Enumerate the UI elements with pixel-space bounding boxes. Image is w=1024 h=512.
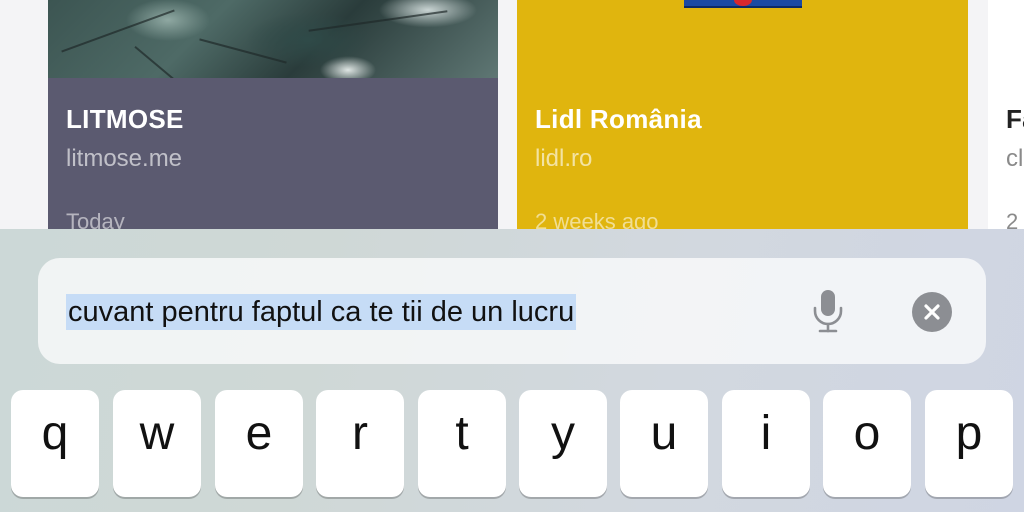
screen: LITMOSE litmose.me Today Lidl România li…	[0, 0, 1024, 512]
key-e[interactable]: e	[215, 390, 303, 497]
key-w[interactable]: w	[113, 390, 201, 497]
card-title: Fa	[1006, 104, 1024, 134]
card-litmose[interactable]: LITMOSE litmose.me Today	[48, 0, 498, 232]
keyboard-panel: cuvant pentru faptul ca te tii de un luc…	[0, 229, 1024, 512]
search-input[interactable]: cuvant pentru faptul ca te tii de un luc…	[66, 294, 577, 330]
key-r[interactable]: r	[316, 390, 404, 497]
card-litmose-thumbnail	[48, 0, 498, 78]
key-q[interactable]: q	[11, 390, 99, 497]
clear-circle-icon[interactable]	[912, 292, 952, 332]
card-title: LITMOSE	[66, 104, 184, 134]
lidl-logo	[684, 0, 802, 8]
key-i[interactable]: i	[722, 390, 810, 497]
bookmark-cards-strip: LITMOSE litmose.me Today Lidl România li…	[0, 0, 1024, 232]
card-domain: cl	[1006, 145, 1024, 172]
card-partial[interactable]: Fa cl 2	[988, 0, 1024, 232]
key-o[interactable]: o	[823, 390, 911, 497]
card-domain: litmose.me	[66, 145, 183, 172]
keyboard-row-top: q w e r t y u i o p	[0, 390, 1024, 500]
search-bar[interactable]: cuvant pentru faptul ca te tii de un luc…	[38, 258, 986, 364]
key-t[interactable]: t	[418, 390, 506, 497]
key-y[interactable]: y	[519, 390, 607, 497]
key-p[interactable]: p	[925, 390, 1013, 497]
microphone-icon[interactable]	[808, 288, 848, 334]
key-u[interactable]: u	[620, 390, 708, 497]
card-lidl[interactable]: Lidl România lidl.ro 2 weeks ago	[517, 0, 968, 232]
card-title: Lidl România	[535, 104, 702, 134]
card-domain: lidl.ro	[535, 145, 593, 172]
